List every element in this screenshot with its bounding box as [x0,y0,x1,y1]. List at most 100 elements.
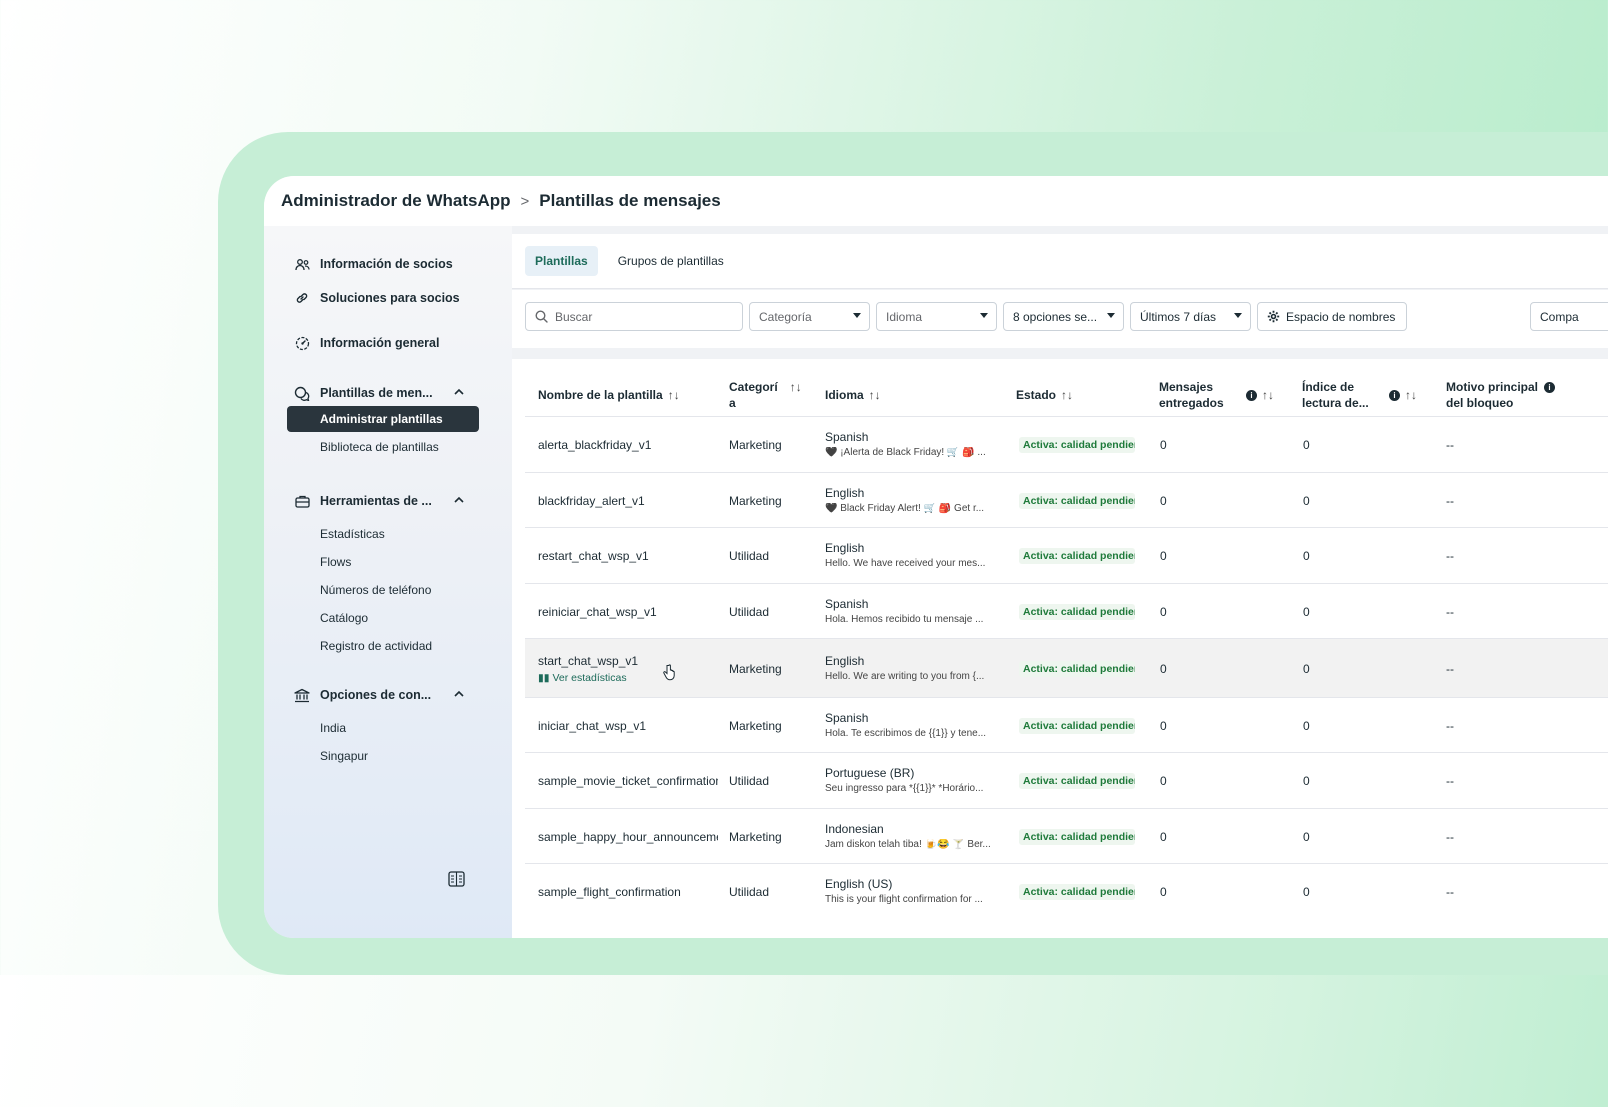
table-row[interactable]: iniciar_chat_wsp_v1 Marketing Spanish Hola.… [525,697,1608,752]
caret-down-icon [1107,313,1115,318]
template-name[interactable]: blackfriday_alert_v1 [538,494,718,508]
chevron-up-icon[interactable] [454,494,464,506]
sidebar-item-phone-numbers[interactable]: Números de teléfono [320,583,431,597]
breadcrumb-root[interactable]: Administrador de WhatsApp [281,191,511,211]
template-name[interactable]: restart_chat_wsp_v1 [538,549,718,563]
status-badge: Activa: calidad pendiente [1019,548,1135,564]
sidebar-item-manage-templates[interactable]: Administrar plantillas [287,406,479,432]
delivered-count: 0 [1160,661,1167,676]
column-header-status[interactable]: Estado ↑↓ [1016,387,1073,403]
sidebar-item-partner-solutions[interactable]: Soluciones para socios [294,290,460,306]
sidebar-item-statistics[interactable]: Estadísticas [320,527,385,541]
template-language: Spanish [825,710,869,725]
template-name[interactable]: reiniciar_chat_wsp_v1 [538,605,718,619]
table-row[interactable]: reiniciar_chat_wsp_v1 Utilidad Spanish Hola… [525,583,1608,638]
delivered-count: 0 [1160,829,1167,844]
read-rate: 0 [1303,493,1310,508]
delivered-count: 0 [1160,774,1167,788]
sidebar-item-activity-log[interactable]: Registro de actividad [320,639,432,653]
sidebar-item-message-templates[interactable]: Plantillas de men... [294,385,464,401]
breadcrumb: Administrador de WhatsApp > Plantillas d… [264,176,1608,226]
sidebar-item-overview[interactable]: Información general [294,335,439,351]
table-row[interactable]: sample_flight_confirmation Utilidad Englis… [525,863,1608,919]
template-preview: This is your flight confirmation for ... [825,894,983,905]
caret-down-icon [853,313,861,318]
template-language: English [825,485,865,500]
sidebar-item-options[interactable]: Opciones de con... [294,687,464,703]
table-row[interactable]: restart_chat_wsp_v1 Utilidad English Hello.… [525,527,1608,583]
sidebar-item-tools[interactable]: Herramientas de ... [294,493,464,509]
column-header-read-rate-controls[interactable]: i ↑↓ [1389,387,1417,403]
search-input[interactable]: Buscar [525,302,743,331]
sidebar-item-singapore[interactable]: Singapur [320,749,368,763]
table-row[interactable]: alerta_blackfriday_v1 Marketing Spanish 🖤 ¡… [525,416,1608,472]
block-reason: -- [1446,604,1454,619]
template-preview: 🖤 Black Friday Alert! 🛒 🎒 Get r... [825,502,985,514]
sort-icon: ↑↓ [1262,388,1274,402]
language-dropdown[interactable]: Idioma [876,302,997,331]
column-header-block-reason[interactable]: Motivo principal i del bloqueo [1446,379,1556,411]
info-icon: i [1544,382,1556,394]
table-row[interactable]: sample_movie_ticket_confirmation Utilidad… [525,752,1608,808]
template-category: Marketing [729,661,782,676]
sort-icon: ↑↓ [667,388,680,402]
status-badge: Activa: calidad pendiente [1019,492,1135,509]
template-language: English [825,541,865,555]
view-stats-link[interactable]: ▮▮ Ver estadísticas [538,672,627,684]
chevron-up-icon[interactable] [454,688,464,700]
column-header-delivered-controls[interactable]: i ↑↓ [1246,387,1274,403]
template-preview: Jam diskon telah tiba! 🍺😂 🍸 Ber... [825,838,991,850]
template-category: Marketing [729,718,782,733]
template-category: Marketing [729,829,782,844]
search-icon [535,310,548,323]
people-icon [294,256,310,272]
tab-templates[interactable]: Plantillas [525,246,598,276]
table-row[interactable]: start_chat_wsp_v1 ▮▮ Ver estadísticas Mark… [525,638,1608,697]
sidebar-item-india[interactable]: India [320,721,346,735]
block-reason: -- [1446,774,1454,788]
template-name[interactable]: sample_happy_hour_announcement [538,830,718,844]
collapse-sidebar-icon[interactable] [448,871,465,892]
category-dropdown[interactable]: Categoría [749,302,870,331]
read-rate: 0 [1303,438,1310,452]
column-header-read-rate[interactable]: Índice de lectura de... [1302,379,1369,411]
tab-template-groups[interactable]: Grupos de plantillas [608,246,734,276]
template-category: Utilidad [729,604,770,619]
main-content: Plantillas Grupos de plantillas Buscar C… [512,234,1608,938]
template-language: Portuguese (BR) [825,766,915,780]
app-window: Administrador de WhatsApp > Plantillas d… [264,176,1608,938]
namespace-button[interactable]: Espacio de nombres [1257,302,1407,331]
compare-button[interactable]: Compa [1530,302,1608,331]
table-row[interactable]: blackfriday_alert_v1 Marketing English 🖤 Bl… [525,472,1608,527]
gauge-icon [294,335,310,351]
template-name[interactable]: sample_flight_confirmation [538,885,718,899]
template-name[interactable]: start_chat_wsp_v1 [538,654,718,668]
column-header-name[interactable]: Nombre de la plantilla ↑↓ [538,387,680,403]
status-badge: Activa: calidad pendiente [1019,717,1135,734]
sidebar-item-template-library[interactable]: Biblioteca de plantillas [320,440,439,454]
sort-icon: ↑↓ [1061,388,1074,402]
sidebar-item-flows[interactable]: Flows [320,555,351,569]
delivered-count: 0 [1160,493,1167,508]
template-preview: Hola. Hemos recibido tu mensaje ... [825,613,984,625]
template-preview: 🖤 ¡Alerta de Black Friday! 🛒 🎒 ... [825,447,986,458]
template-name[interactable]: sample_movie_ticket_confirmation [538,774,718,788]
caret-down-icon [1234,313,1242,318]
column-header-delivered[interactable]: Mensajes entregados [1159,379,1224,411]
info-icon: i [1389,390,1400,402]
sidebar-item-partner-info[interactable]: Información de socios [294,256,453,272]
template-name[interactable]: alerta_blackfriday_v1 [538,438,718,452]
template-preview: Hello. We have received your mes... [825,558,986,569]
column-header-category[interactable]: Categorí ↑↓ a [729,379,802,411]
delivered-count: 0 [1160,549,1167,563]
column-header-language[interactable]: Idioma ↑↓ [825,387,881,403]
table-row[interactable]: sample_happy_hour_announcement Marketing I… [525,808,1608,863]
delivered-count: 0 [1160,718,1167,733]
template-name[interactable]: iniciar_chat_wsp_v1 [538,719,718,733]
template-language: Spanish [825,430,869,444]
chat-bubbles-icon [294,385,310,401]
chevron-up-icon[interactable] [454,386,464,398]
status-dropdown[interactable]: 8 opciones se... [1003,302,1124,331]
sidebar-item-catalog[interactable]: Catálogo [320,611,368,625]
date-range-dropdown[interactable]: Últimos 7 días [1130,302,1251,331]
